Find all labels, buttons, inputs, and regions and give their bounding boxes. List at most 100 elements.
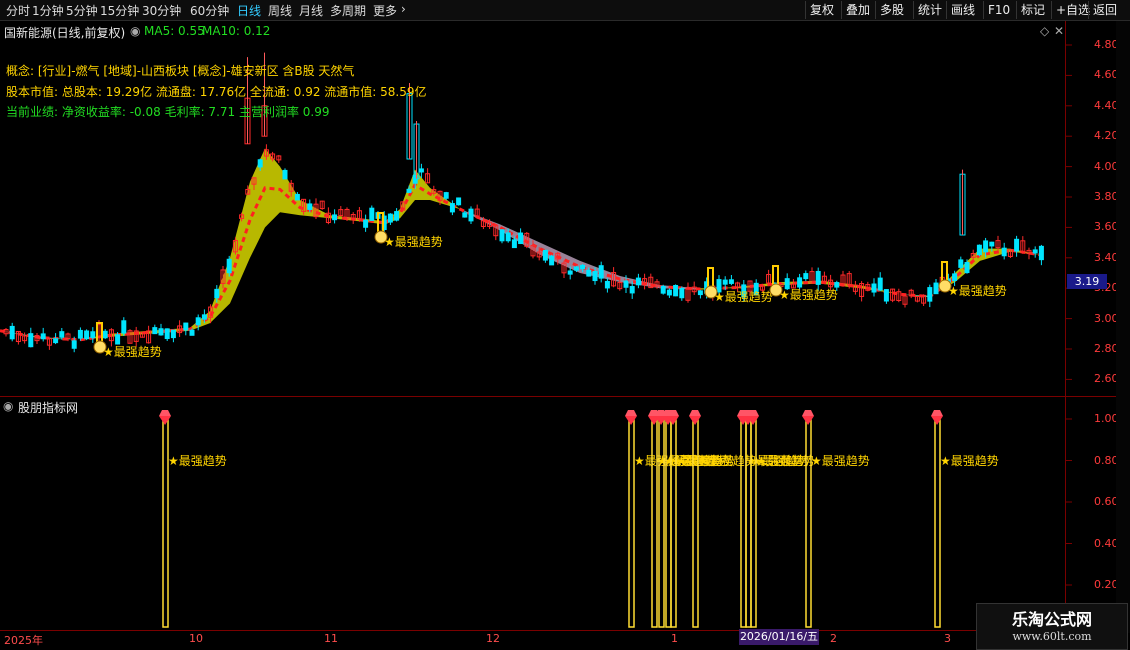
tab-1[interactable]: 1分钟 <box>32 2 64 19</box>
tab-6[interactable]: 日线 <box>237 2 261 19</box>
candle-body <box>226 258 232 274</box>
price-tick: 4.80 <box>1094 38 1119 51</box>
candle-body <box>697 290 703 296</box>
diamond-top-icon <box>159 410 171 416</box>
signal-label: ★最强趋势 <box>384 235 443 249</box>
tool-button-2[interactable]: 多股 <box>875 1 908 19</box>
candle-body <box>28 333 34 348</box>
date-tick: 2 <box>830 632 837 645</box>
candle-body <box>1001 247 1007 257</box>
axis-divider <box>1065 21 1066 631</box>
candle-body <box>728 279 734 284</box>
indicator-bar <box>670 419 677 628</box>
candle-body <box>803 273 809 280</box>
collapse-icon[interactable]: ◉ <box>3 399 13 413</box>
candle-body <box>933 282 939 295</box>
candle-body <box>152 327 158 335</box>
indicator-bar <box>805 419 812 628</box>
candle-body <box>549 255 555 266</box>
signal-label: ★最强趋势 <box>948 284 1007 298</box>
ma-band <box>250 148 265 258</box>
price-tick: 3.60 <box>1094 220 1119 234</box>
close-panel-icon[interactable]: ✕ <box>1054 24 1064 38</box>
candle-body <box>394 211 400 221</box>
candle-body <box>673 284 679 297</box>
ma-trend-line <box>0 182 1041 342</box>
diamond-top-icon <box>931 410 943 416</box>
candle-body <box>418 168 424 173</box>
candle-body <box>332 214 338 221</box>
candle-body <box>77 329 83 339</box>
indicator-tick: 1.00 <box>1094 412 1119 425</box>
candle-body <box>511 239 517 249</box>
tool-button-1[interactable]: 叠加 <box>841 1 874 19</box>
candle-body <box>307 203 313 210</box>
candle-body <box>170 329 176 339</box>
indicator-bar <box>692 419 699 628</box>
candle-body <box>499 229 505 242</box>
tab-8[interactable]: 月线 <box>299 2 323 19</box>
watermark-title: 乐淘公式网 <box>1011 610 1092 629</box>
candle-body <box>369 207 375 221</box>
candle-body <box>580 264 586 270</box>
tool-button-3[interactable]: 统计 <box>913 1 946 19</box>
market-info: 股本市值: 总股本: 19.29亿 流通盘: 17.76亿 全流通: 0.92 … <box>6 85 427 99</box>
indicator-bar <box>651 419 658 628</box>
tool-button-5[interactable]: F10 <box>983 1 1014 19</box>
candle-body <box>257 159 263 168</box>
tab-0[interactable]: 分时 <box>6 2 30 19</box>
tool-button-8[interactable]: 返回 <box>1088 1 1121 19</box>
indicator-tick: 0.80 <box>1094 453 1119 467</box>
candle-body <box>629 286 635 294</box>
candle-body <box>387 213 393 223</box>
candle-body <box>927 287 933 302</box>
tab-7[interactable]: 周线 <box>268 2 292 19</box>
candle-body <box>834 282 840 288</box>
candle-body <box>952 273 958 281</box>
candle-body <box>201 314 207 320</box>
date-tick: 2025年 <box>4 634 43 647</box>
candle-body <box>964 262 970 274</box>
candle-body <box>443 192 449 199</box>
candle-body <box>598 265 604 279</box>
candle-body <box>1014 238 1020 252</box>
settings-icon[interactable]: ◉ <box>130 24 140 38</box>
price-tick: 2.60 <box>1094 372 1119 386</box>
more-chevron-icon[interactable]: › <box>401 2 406 16</box>
candle-body <box>282 169 288 180</box>
candle-body <box>53 338 59 344</box>
tool-button-6[interactable]: 标记 <box>1016 1 1049 19</box>
tab-5[interactable]: 60分钟 <box>190 2 229 19</box>
indicator-title: 股朋指标网 <box>18 401 79 415</box>
candle-body <box>449 203 455 213</box>
signal-label: ★最强趋势 <box>103 345 162 359</box>
candle-body <box>518 232 524 245</box>
tab-4[interactable]: 30分钟 <box>142 2 181 19</box>
indicator-bar <box>658 419 665 628</box>
candle-body <box>1032 249 1038 254</box>
tab-10[interactable]: 更多 <box>373 2 397 19</box>
candle-body <box>294 193 300 201</box>
candle-body <box>989 241 995 247</box>
panel-divider-bottom <box>0 630 1116 631</box>
diamond-icon[interactable]: ◇ <box>1040 24 1049 38</box>
tab-2[interactable]: 5分钟 <box>66 2 98 19</box>
diamond-bottom-icon <box>802 416 814 425</box>
candle-body <box>90 331 96 339</box>
top-toolbar: 分时 1分钟 5分钟 15分钟 30分钟 60分钟 日线 周线 月线 多周期 更多 › 复权 叠加 多股统… <box>0 0 1130 21</box>
tool-button-4[interactable]: 画线 <box>946 1 979 19</box>
price-tick: 4.20 <box>1094 129 1119 143</box>
date-tick: 1 <box>671 632 678 645</box>
candle-body <box>976 244 982 256</box>
tab-3[interactable]: 15分钟 <box>100 2 139 19</box>
indicator-bar <box>628 419 635 628</box>
current-price-tag: 3.19 <box>1067 274 1107 289</box>
tab-9[interactable]: 多周期 <box>330 2 366 19</box>
candle-body <box>573 266 579 271</box>
signal-marker <box>707 267 714 289</box>
candle-body <box>456 197 462 206</box>
indicator-signal-label: ★最强趋势 <box>940 454 999 468</box>
candle-body <box>102 330 108 339</box>
tool-button-0[interactable]: 复权 <box>805 1 838 19</box>
stock-title: 国新能源(日线,前复权) <box>4 26 126 40</box>
